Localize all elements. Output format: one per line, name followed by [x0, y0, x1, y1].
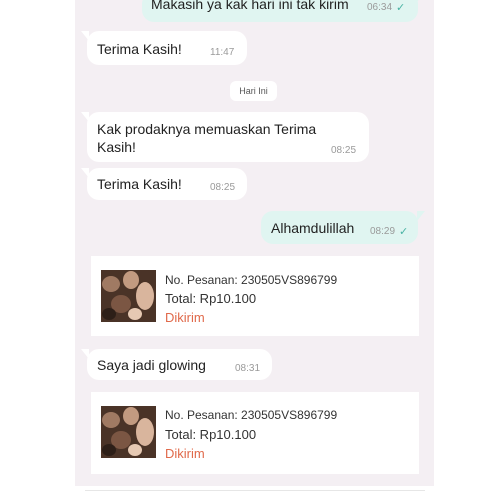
- message-text: Kak prodaknya memuaskan Terima Kasih!: [97, 121, 317, 155]
- incoming-message[interactable]: Saya jadi glowing 08:31: [81, 349, 272, 380]
- read-check-icon: ✓: [396, 2, 406, 14]
- message-time: 11:47: [210, 47, 235, 58]
- outgoing-message[interactable]: Alhamdulillah 08:29 ✓: [261, 211, 425, 244]
- order-status: Dikirim: [165, 446, 205, 461]
- chat-thread[interactable]: Makasih ya kak hari ini tak kirim 06:34 …: [75, 0, 434, 486]
- product-thumbnail: [101, 270, 156, 322]
- incoming-message[interactable]: Terima Kasih! 11:47: [81, 31, 247, 65]
- message-time: 06:34: [367, 2, 393, 13]
- outgoing-message[interactable]: Makasih ya kak hari ini tak kirim 06:34 …: [142, 0, 425, 22]
- order-card[interactable]: No. Pesanan: 230505VS896799 Total: Rp10.…: [91, 392, 419, 474]
- message-time: 08:25: [331, 145, 357, 156]
- message-text: Makasih ya kak hari ini tak kirim: [151, 0, 349, 12]
- message-text: Terima Kasih!: [97, 41, 182, 57]
- input-bar-edge: [85, 490, 425, 496]
- message-time: 08:31: [235, 363, 261, 374]
- incoming-message[interactable]: Kak prodaknya memuaskan Terima Kasih! 08…: [81, 112, 369, 162]
- message-time: 08:25: [210, 182, 236, 193]
- message-text: Saya jadi glowing: [97, 357, 206, 373]
- order-number: No. Pesanan: 230505VS896799: [165, 408, 338, 422]
- order-total: Total: Rp10.100: [165, 427, 257, 442]
- message-text: Terima Kasih!: [97, 176, 182, 192]
- order-total: Total: Rp10.100: [165, 291, 257, 306]
- order-card[interactable]: No. Pesanan: 230505VS896799 Total: Rp10.…: [91, 256, 419, 336]
- order-number: No. Pesanan: 230505VS896799: [165, 273, 338, 287]
- incoming-message[interactable]: Terima Kasih! 08:25: [81, 168, 247, 200]
- product-thumbnail: [101, 406, 156, 458]
- read-check-icon: ✓: [399, 226, 409, 238]
- message-time: 08:29: [370, 226, 396, 237]
- order-status: Dikirim: [165, 310, 205, 325]
- message-text: Alhamdulillah: [271, 220, 355, 236]
- date-separator: Hari Ini: [230, 81, 277, 101]
